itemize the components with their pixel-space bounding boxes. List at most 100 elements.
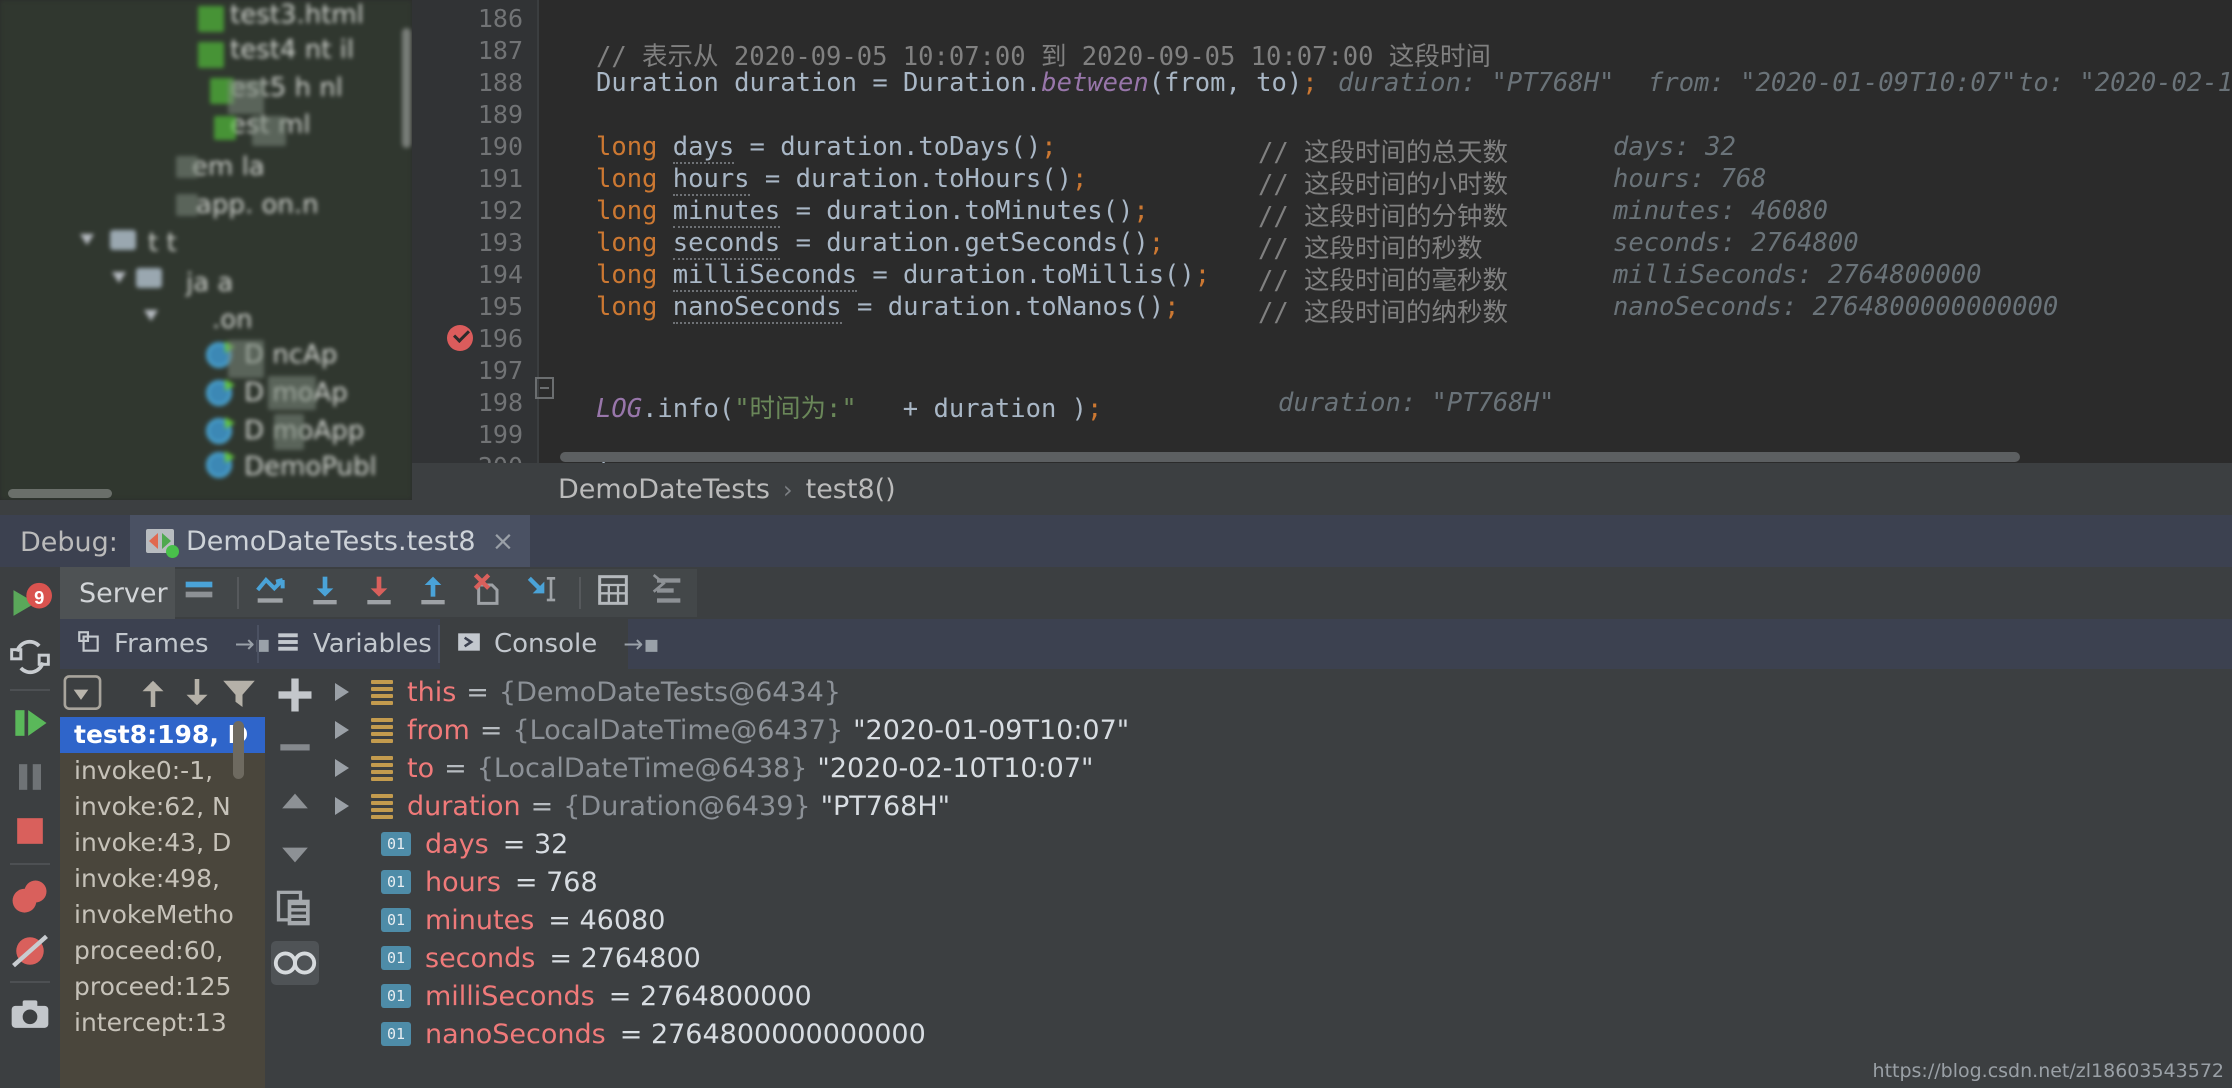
frame-down-icon[interactable] [176, 672, 218, 714]
inline-hint-188-1: from: "2020-01-09T10:07" [1648, 68, 2017, 98]
move-up-icon[interactable] [273, 779, 317, 823]
tab-console[interactable]: Console →▪ [440, 619, 660, 669]
expand-arrow-icon[interactable] [335, 797, 349, 815]
code-fold-marker-icon[interactable] [535, 377, 554, 399]
project-tree-horizontal-scrollbar[interactable] [8, 489, 112, 498]
variable-row[interactable]: duration = {Duration@6439} "PT768H" [325, 787, 950, 825]
frames-icon [76, 629, 102, 659]
code-line-195[interactable]: long nanoSeconds = duration.toNanos(); [596, 292, 1179, 324]
view-breakpoints-icon[interactable] [8, 875, 52, 919]
variable-row[interactable]: from = {LocalDateTime@6437} "2020-01-09T10:… [325, 711, 1129, 749]
remove-watch-icon[interactable] [273, 725, 317, 769]
thread-selector-dropdown[interactable] [54, 672, 102, 714]
code-line-198[interactable]: LOG.info("时间为:" + duration ); [596, 388, 1102, 425]
debug-stepping-toolbar [175, 569, 697, 617]
screenshot-icon[interactable] [8, 993, 52, 1037]
mute-breakpoints-icon[interactable] [8, 929, 52, 973]
run-to-cursor-icon[interactable] [593, 570, 639, 616]
pause-program-icon[interactable] [8, 755, 52, 799]
run-configuration-icon [146, 529, 179, 558]
rerun-icon[interactable] [179, 570, 225, 616]
frames-vertical-scrollbar[interactable] [233, 721, 244, 779]
frame-row[interactable]: proceed:125 [60, 969, 265, 1005]
code-line-192[interactable]: long minutes = duration.toMinutes(); [596, 196, 1149, 228]
stop-icon[interactable] [8, 809, 52, 853]
debug-session-tab-title: DemoDateTests.test8 [186, 525, 476, 557]
step-over-icon[interactable] [305, 570, 351, 616]
variable-value: "2020-01-09T10:07" [853, 714, 1130, 746]
tree-item-test3html[interactable]: test3.html [230, 0, 364, 30]
code-line-191[interactable]: long hours = duration.toHours(); [596, 164, 1087, 196]
project-tree-vertical-scrollbar[interactable] [402, 28, 411, 148]
inline-hint-193: seconds: 2764800 [1613, 228, 1859, 258]
editor-horizontal-scrollbar[interactable] [560, 452, 2020, 462]
code-line-190[interactable]: long days = duration.toDays(); [596, 132, 1057, 164]
add-watch-icon[interactable] [273, 673, 317, 717]
frame-row[interactable]: intercept:13 [60, 1005, 265, 1041]
tree-expander-test[interactable] [80, 234, 94, 245]
project-tree-panel[interactable]: test3.html test4 nt il est5 h nl est ml … [0, 0, 412, 500]
update-running-application-icon[interactable] [8, 635, 52, 679]
tab-variables-label: Variables [313, 629, 432, 659]
tab-server[interactable]: Server [60, 567, 175, 619]
tree-item-com[interactable]: .on [212, 305, 253, 335]
inline-hint-198-0: duration: "PT768H" [1278, 388, 1555, 418]
drop-frame-icon[interactable] [521, 570, 567, 616]
variable-row[interactable]: 01 nanoSeconds = 2764800000000000 [325, 1015, 926, 1053]
equals-sign: = [530, 790, 554, 822]
editor-gutter[interactable]: 186 187 188 189 190 191 192 193 194 195 196 197 198 1… [412, 0, 537, 513]
variable-row[interactable]: to = {LocalDateTime@6438} "2020-02-10T10:07… [325, 749, 1093, 787]
move-down-icon[interactable] [273, 833, 317, 877]
tab-server-label: Server [79, 578, 168, 609]
tree-expander-java[interactable] [112, 272, 126, 283]
tree-item-test4html[interactable]: test4 nt il [230, 35, 354, 65]
frame-row[interactable]: invoke:43, D [60, 825, 265, 861]
frame-up-icon[interactable] [132, 672, 174, 714]
tree-item-test[interactable]: t t [148, 228, 177, 258]
resume-program-icon[interactable] [8, 701, 52, 745]
tree-expander-com[interactable] [144, 310, 158, 321]
variable-row[interactable]: this = {DemoDateTests@6434} [325, 673, 841, 711]
tree-item-template[interactable]: em la [192, 152, 265, 182]
breadcrumb[interactable]: DemoDateTests › test8() [558, 474, 896, 505]
tab-console-detach-icon[interactable]: →▪ [623, 630, 659, 658]
editor-code[interactable]: // 表示从 2020-09-05 10:07:00 到 2020-09-05 … [578, 0, 2232, 482]
rerun-debug-icon[interactable]: 9 [8, 581, 52, 625]
tab-frames[interactable]: Frames →▪ [60, 619, 289, 669]
variable-row[interactable]: 01 hours = 768 [325, 863, 598, 901]
tree-item-democlass-3[interactable]: D moApp [244, 416, 364, 446]
code-line-188[interactable]: Duration duration = Duration.between(fro… [596, 68, 1318, 98]
variable-value: = 768 [514, 866, 598, 898]
breadcrumb-class[interactable]: DemoDateTests [558, 474, 770, 505]
frame-row[interactable]: invokeMetho [60, 897, 265, 933]
close-icon[interactable]: × [492, 526, 515, 557]
variable-row[interactable]: 01 days = 32 [325, 825, 568, 863]
expand-arrow-icon[interactable] [335, 721, 349, 739]
frame-row[interactable]: invoke:498, [60, 861, 265, 897]
tree-item-application-properties[interactable]: app. on.n [196, 190, 319, 220]
variables-pane[interactable]: this = {DemoDateTests@6434} from = {LocalDate… [325, 669, 2232, 1088]
variable-type: {LocalDateTime@6438} [476, 752, 808, 784]
force-step-into-icon[interactable] [413, 570, 459, 616]
copy-value-icon[interactable] [273, 885, 317, 929]
step-out-icon[interactable] [467, 570, 513, 616]
debug-session-tab[interactable]: DemoDateTests.test8 × [130, 515, 531, 567]
variable-row[interactable]: 01 seconds = 2764800 [325, 939, 701, 977]
tree-item-democlass-4[interactable]: DemoPubl [244, 452, 377, 482]
code-line-194[interactable]: long milliSeconds = duration.toMillis(); [596, 260, 1210, 292]
expand-arrow-icon[interactable] [335, 759, 349, 777]
show-execution-point-icon[interactable] [251, 570, 297, 616]
expand-arrow-icon[interactable] [335, 683, 349, 701]
variable-row[interactable]: 01 minutes = 46080 [325, 901, 665, 939]
evaluate-expression-icon[interactable] [647, 570, 693, 616]
variable-row[interactable]: 01 milliSeconds = 2764800000 [325, 977, 812, 1015]
code-line-193[interactable]: long seconds = duration.getSeconds(); [596, 228, 1164, 260]
frame-row[interactable]: proceed:60, [60, 933, 265, 969]
tree-item-java[interactable]: ja a [186, 268, 233, 298]
step-into-icon[interactable] [359, 570, 405, 616]
filter-frames-icon[interactable] [218, 672, 260, 714]
frame-row[interactable]: invoke:62, N [60, 789, 265, 825]
breadcrumb-method[interactable]: test8() [806, 474, 896, 505]
breakpoint-icon[interactable] [447, 325, 473, 351]
inspect-icon[interactable] [271, 941, 319, 985]
